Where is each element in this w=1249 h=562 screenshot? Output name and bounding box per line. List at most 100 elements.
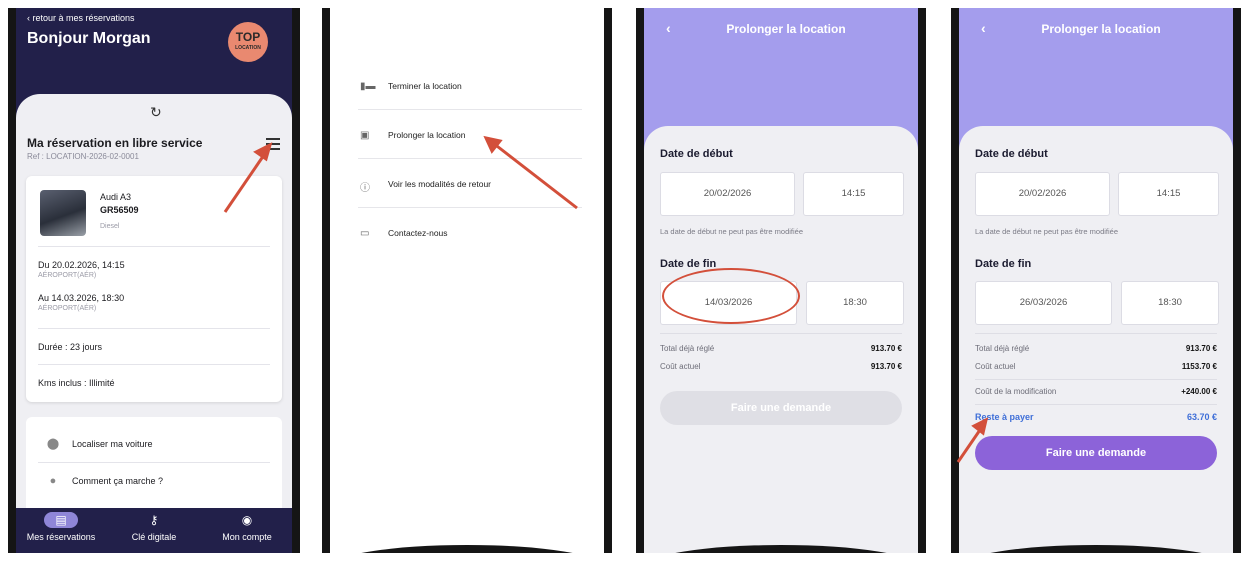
finish-flag-icon: ▮▬: [360, 81, 376, 92]
end-place: AÉROPORT(AÉR): [38, 305, 97, 312]
info-icon: ⓘ: [360, 183, 370, 194]
menu-item-contact[interactable]: ▭ Contactez-nous: [358, 207, 582, 256]
phone-menu-screen: ▮▬ Terminer la location ▣ Prolonger la l…: [322, 8, 612, 553]
end-time-field[interactable]: 18:30: [806, 281, 904, 325]
start-date-note: La date de début ne peut pas être modifi…: [660, 227, 804, 236]
start-date-heading: Date de début: [975, 148, 1048, 160]
phone-frame: [1233, 8, 1241, 553]
account-icon: ◉: [241, 513, 253, 527]
row-value: 913.70 €: [1185, 344, 1217, 353]
car-model: Audi A3: [100, 192, 132, 202]
menu-item-end-rental[interactable]: ▮▬ Terminer la location: [358, 60, 582, 110]
annotation-circle: [662, 268, 800, 324]
duration: Durée : 23 jours: [38, 342, 103, 352]
brand-logo: TOP LOCATION: [228, 22, 268, 62]
start-place: AÉROPORT(AÉR): [38, 272, 97, 279]
form-panel: Date de début 20/02/2026 14:15 La date d…: [959, 126, 1233, 553]
tab-account[interactable]: ◉ Mon compte: [202, 512, 292, 542]
tab-label: Clé digitale: [131, 532, 177, 542]
tab-label: Mes réservations: [26, 532, 96, 542]
row-label: Total déjà réglé: [975, 344, 1030, 353]
phone-extend-screen-updated: ‹ Prolonger la location Date de début 20…: [951, 8, 1241, 553]
menu-item-label: Voir les modalités de retour: [388, 179, 491, 189]
hamburger-menu-icon[interactable]: [266, 138, 280, 153]
phone-frame: [951, 8, 959, 553]
car-plate: GR56509: [100, 205, 139, 215]
end-time-field[interactable]: 18:30: [1121, 281, 1219, 325]
links-card: ⬤ Localiser ma voiture ● Comment ça marche…: [26, 417, 282, 517]
phone-reservation-screen: ‹ retour à mes réservations Bonjour Morg…: [8, 8, 300, 553]
menu-item-label: Contactez-nous: [388, 228, 448, 238]
locate-car-link[interactable]: ⬤ Localiser ma voiture: [46, 437, 153, 450]
start-date-field[interactable]: 20/02/2026: [660, 172, 795, 216]
end-date-heading: Date de fin: [660, 258, 717, 270]
total-paid-row: Total déjà réglé 913.70 €: [975, 344, 1217, 353]
submit-request-button-disabled[interactable]: Faire une demande: [660, 391, 902, 425]
modification-cost-row: Coût de la modification +240.00 €: [975, 387, 1217, 396]
page-title: Prolonger la location: [726, 22, 846, 36]
contact-icon: ▭: [360, 228, 370, 239]
row-value: 913.70 €: [870, 344, 902, 353]
start-date-heading: Date de début: [660, 148, 733, 160]
row-value: 913.70 €: [870, 362, 902, 371]
phone-frame: [604, 8, 612, 553]
divider: [38, 364, 270, 365]
current-cost-row: Coût actuel 1153.70 €: [975, 362, 1217, 371]
row-value: +240.00 €: [1181, 387, 1217, 396]
current-cost-row: Coût actuel 913.70 €: [660, 362, 902, 371]
divider: [38, 328, 270, 329]
row-label: Total déjà réglé: [660, 344, 715, 353]
divider: [975, 379, 1217, 380]
row-label: Coût de la modification: [975, 387, 1057, 396]
reservation-ref: Ref : LOCATION-2026-02-0001: [27, 152, 139, 161]
key-icon: ⚷: [149, 513, 159, 527]
row-value: 1153.70 €: [1181, 362, 1217, 371]
tab-digital-key[interactable]: ⚷ Clé digitale: [109, 512, 199, 542]
list-icon: ▤: [44, 512, 78, 528]
refresh-icon[interactable]: ↻: [150, 104, 162, 121]
logo-text: TOP: [235, 30, 261, 44]
phone-frame: [636, 8, 644, 553]
submit-request-button[interactable]: Faire une demande: [975, 436, 1217, 470]
divider: [975, 404, 1217, 405]
start-date-field[interactable]: 20/02/2026: [975, 172, 1110, 216]
car-image: [40, 190, 86, 236]
car-fuel: Diesel: [100, 223, 120, 230]
row-label: Coût actuel: [975, 362, 1016, 371]
divider: [38, 462, 270, 463]
link-label: Comment ça marche ?: [72, 476, 164, 486]
tab-reservations[interactable]: ▤ Mes réservations: [16, 512, 106, 542]
tab-label: Mon compte: [222, 532, 272, 542]
start-time-field[interactable]: 14:15: [803, 172, 904, 216]
row-label: Reste à payer: [975, 412, 1034, 422]
menu-item-label: Prolonger la location: [388, 130, 466, 140]
start-datetime: Du 20.02.2026, 14:15: [38, 260, 125, 270]
back-link[interactable]: ‹ retour à mes réservations: [27, 13, 135, 23]
map-pin-icon: ⬤: [46, 438, 60, 450]
start-time-field[interactable]: 14:15: [1118, 172, 1219, 216]
menu-item-label: Terminer la location: [388, 81, 462, 91]
kms-included: Kms inclus : Illimité: [38, 378, 115, 388]
divider: [660, 333, 902, 334]
row-label: Coût actuel: [660, 362, 701, 371]
end-date-heading: Date de fin: [975, 258, 1032, 270]
phone-frame: [292, 8, 300, 553]
how-it-works-link[interactable]: ● Comment ça marche ?: [46, 475, 163, 487]
reservation-card: Audi A3 GR56509 Diesel Du 20.02.2026, 14…: [26, 176, 282, 402]
phone-frame: [330, 545, 604, 553]
link-label: Localiser ma voiture: [72, 439, 153, 449]
phone-frame: [918, 8, 926, 553]
divider: [975, 333, 1217, 334]
end-date-field[interactable]: 26/03/2026: [975, 281, 1112, 325]
remaining-to-pay-row: Reste à payer 63.70 €: [975, 412, 1217, 422]
row-value: 63.70 €: [1186, 412, 1217, 422]
start-date-note: La date de début ne peut pas être modifi…: [975, 227, 1119, 236]
greeting: Bonjour Morgan: [27, 30, 151, 47]
info-icon: ●: [49, 475, 57, 487]
menu-item-return-terms[interactable]: ⓘ Voir les modalités de retour: [358, 158, 582, 208]
menu-item-extend-rental[interactable]: ▣ Prolonger la location: [358, 109, 582, 159]
phone-frame: [322, 8, 330, 553]
end-datetime: Au 14.03.2026, 18:30: [38, 293, 125, 303]
calendar-icon: ▣: [360, 130, 370, 141]
page-title: Prolonger la location: [1041, 22, 1161, 36]
